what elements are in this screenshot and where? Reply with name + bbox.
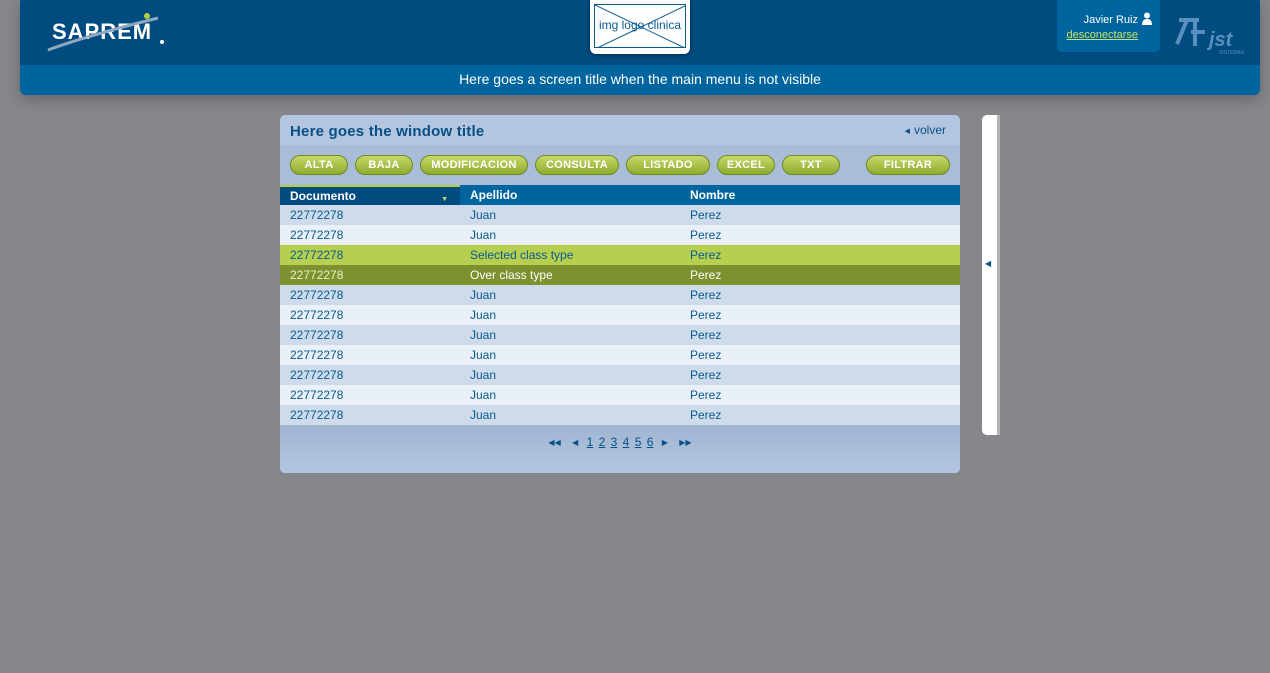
- cell-documento: 22772278: [290, 368, 344, 382]
- cell-apellido: Juan: [470, 308, 497, 322]
- cell-nombre: Perez: [690, 208, 722, 222]
- table-row-selected[interactable]: 22772278 Selected class type Perez: [280, 245, 960, 265]
- cell-apellido: Juan: [470, 368, 497, 382]
- column-header-label: Documento: [290, 189, 356, 203]
- alta-button[interactable]: ALTA: [290, 155, 348, 175]
- cell-documento: 22772278: [290, 328, 344, 342]
- user-name: Javier Ruiz: [1083, 14, 1138, 26]
- action-toolbar: ALTA BAJA MODIFICACION CONSULTA LISTADO …: [280, 145, 960, 185]
- cell-apellido: Over class type: [470, 268, 553, 282]
- cell-documento: 22772278: [290, 228, 344, 242]
- cell-nombre: Perez: [690, 228, 722, 242]
- cell-documento: 22772278: [290, 248, 344, 262]
- baja-button[interactable]: BAJA: [355, 155, 413, 175]
- jst-logo: jst SISTEMAS: [1173, 8, 1251, 58]
- table-row[interactable]: 22772278 Juan Perez: [280, 205, 960, 225]
- table-row[interactable]: 22772278 Juan Perez: [280, 325, 960, 345]
- table-row[interactable]: 22772278 Juan Perez: [280, 225, 960, 245]
- cell-nombre: Perez: [690, 288, 722, 302]
- main-window: Here goes the window title ◀ volver ALTA …: [280, 115, 960, 473]
- prev-page-icon[interactable]: ◀: [572, 438, 578, 447]
- jst-logo-sub: SISTEMAS: [1219, 50, 1245, 56]
- page-link-1[interactable]: 1: [587, 435, 594, 449]
- cell-apellido: Juan: [470, 348, 497, 362]
- modificacion-button[interactable]: MODIFICACION: [420, 155, 528, 175]
- window-titlebar: Here goes the window title ◀ volver: [280, 115, 960, 145]
- table-header: Documento ▼ Apellido Nombre: [280, 185, 960, 205]
- table-row[interactable]: 22772278 Juan Perez: [280, 305, 960, 325]
- back-arrow-icon: ◀: [904, 128, 910, 135]
- cell-apellido: Selected class type: [470, 248, 574, 262]
- cell-apellido: Juan: [470, 328, 497, 342]
- excel-button[interactable]: EXCEL: [717, 155, 775, 175]
- cell-nombre: Perez: [690, 328, 722, 342]
- logout-link[interactable]: desconectarse: [1066, 29, 1138, 41]
- cell-apellido: Juan: [470, 208, 497, 222]
- cell-apellido: Juan: [470, 288, 497, 302]
- consulta-button[interactable]: CONSULTA: [535, 155, 619, 175]
- first-page-icon[interactable]: ◀◀: [548, 438, 560, 447]
- back-link-label: volver: [913, 123, 946, 137]
- page-link-3[interactable]: 3: [611, 435, 618, 449]
- cell-nombre: Perez: [690, 268, 722, 282]
- cell-documento: 22772278: [290, 408, 344, 422]
- cell-documento: 22772278: [290, 388, 344, 402]
- cell-nombre: Perez: [690, 248, 722, 262]
- app-header: SAPREM img logo clinica Javier Ruiz desc…: [20, 0, 1260, 95]
- table-row[interactable]: 22772278 Juan Perez: [280, 405, 960, 425]
- cell-nombre: Perez: [690, 368, 722, 382]
- cell-apellido: Juan: [470, 388, 497, 402]
- collapse-panel-icon: ◀: [985, 259, 992, 268]
- table-row[interactable]: 22772278 Juan Perez: [280, 385, 960, 405]
- txt-button[interactable]: TXT: [782, 155, 840, 175]
- listado-button[interactable]: LISTADO: [626, 155, 710, 175]
- table-row[interactable]: 22772278 Juan Perez: [280, 285, 960, 305]
- filtrar-button[interactable]: FILTRAR: [866, 155, 950, 175]
- cell-documento: 22772278: [290, 288, 344, 302]
- results-table: Documento ▼ Apellido Nombre 22772278 Jua…: [280, 185, 960, 425]
- table-row-hover[interactable]: 22772278 Over class type Perez: [280, 265, 960, 285]
- last-page-icon[interactable]: ▶▶: [679, 438, 691, 447]
- column-header-nombre[interactable]: Nombre: [680, 185, 960, 205]
- table-row[interactable]: 22772278 Juan Perez: [280, 345, 960, 365]
- page-link-2[interactable]: 2: [599, 435, 606, 449]
- column-header-apellido[interactable]: Apellido: [460, 185, 680, 205]
- cell-nombre: Perez: [690, 388, 722, 402]
- cell-nombre: Perez: [690, 308, 722, 322]
- jst-logo-text: jst: [1206, 29, 1234, 51]
- page-link-6[interactable]: 6: [647, 435, 654, 449]
- page-link-4[interactable]: 4: [623, 435, 630, 449]
- cell-documento: 22772278: [290, 268, 344, 282]
- saprem-logo: SAPREM: [46, 10, 171, 55]
- user-icon: [1142, 12, 1152, 30]
- next-page-icon[interactable]: ▶: [662, 438, 668, 447]
- page-link-5[interactable]: 5: [635, 435, 642, 449]
- cell-documento: 22772278: [290, 208, 344, 222]
- cell-documento: 22772278: [290, 348, 344, 362]
- clinic-logo-text: img logo clinica: [598, 18, 682, 32]
- cell-documento: 22772278: [290, 308, 344, 322]
- window-title: Here goes the window title: [290, 123, 485, 140]
- cell-apellido: Juan: [470, 228, 497, 242]
- column-header-documento[interactable]: Documento ▼: [280, 185, 460, 205]
- back-link[interactable]: ◀ volver: [905, 123, 946, 137]
- cell-nombre: Perez: [690, 348, 722, 362]
- pagination-bar: ◀◀ ◀ 1 2 3 4 5 6 ▶ ▶▶: [280, 425, 960, 473]
- cell-nombre: Perez: [690, 408, 722, 422]
- side-panel-toggle[interactable]: ◀: [982, 115, 1000, 435]
- screen-title: Here goes a screen title when the main m…: [20, 65, 1260, 95]
- clinic-logo-placeholder: img logo clinica: [590, 0, 690, 54]
- table-row[interactable]: 22772278 Juan Perez: [280, 365, 960, 385]
- pagination: ◀◀ ◀ 1 2 3 4 5 6 ▶ ▶▶: [280, 435, 960, 449]
- user-box: Javier Ruiz desconectarse: [1057, 0, 1160, 52]
- cell-apellido: Juan: [470, 408, 497, 422]
